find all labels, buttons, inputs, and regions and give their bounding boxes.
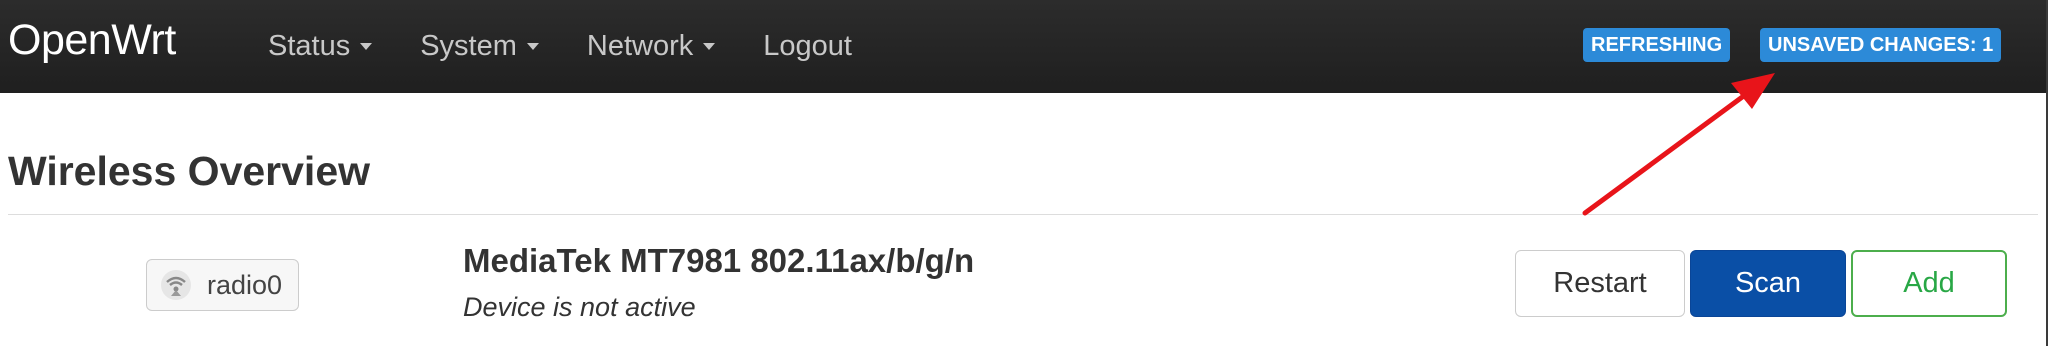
wifi-icon xyxy=(161,270,191,300)
radio-label: radio0 xyxy=(207,269,283,300)
menu-status[interactable]: Status xyxy=(268,30,373,63)
add-button[interactable]: Add xyxy=(1851,250,2007,317)
refreshing-badge[interactable]: REFRESHING xyxy=(1583,28,1731,62)
menu-network[interactable]: Network xyxy=(586,30,716,63)
title-divider xyxy=(8,214,2038,215)
scan-button[interactable]: Scan xyxy=(1690,250,1846,317)
menu-network-label: Network xyxy=(586,30,694,62)
menu-logout[interactable]: Logout xyxy=(763,30,852,63)
caret-down-icon xyxy=(703,43,716,50)
unsaved-changes-badge[interactable]: UNSAVED CHANGES: 1 xyxy=(1760,28,2002,62)
brand-logo[interactable]: OpenWrt xyxy=(8,16,176,65)
top-navbar: OpenWrt Status System Network Logout REF… xyxy=(0,0,2046,93)
menu-system-label: System xyxy=(420,30,517,62)
device-name: MediaTek MT7981 802.11ax/b/g/n xyxy=(463,242,975,279)
caret-down-icon xyxy=(360,43,373,50)
radio-badge: radio0 xyxy=(146,259,299,311)
restart-button[interactable]: Restart xyxy=(1515,250,1685,317)
menu-logout-label: Logout xyxy=(763,30,852,62)
main-menu: Status System Network Logout xyxy=(268,0,900,93)
page-title: Wireless Overview xyxy=(8,148,371,194)
device-status: Device is not active xyxy=(463,292,696,322)
menu-system[interactable]: System xyxy=(420,30,539,63)
caret-down-icon xyxy=(526,43,539,50)
menu-status-label: Status xyxy=(268,30,351,62)
